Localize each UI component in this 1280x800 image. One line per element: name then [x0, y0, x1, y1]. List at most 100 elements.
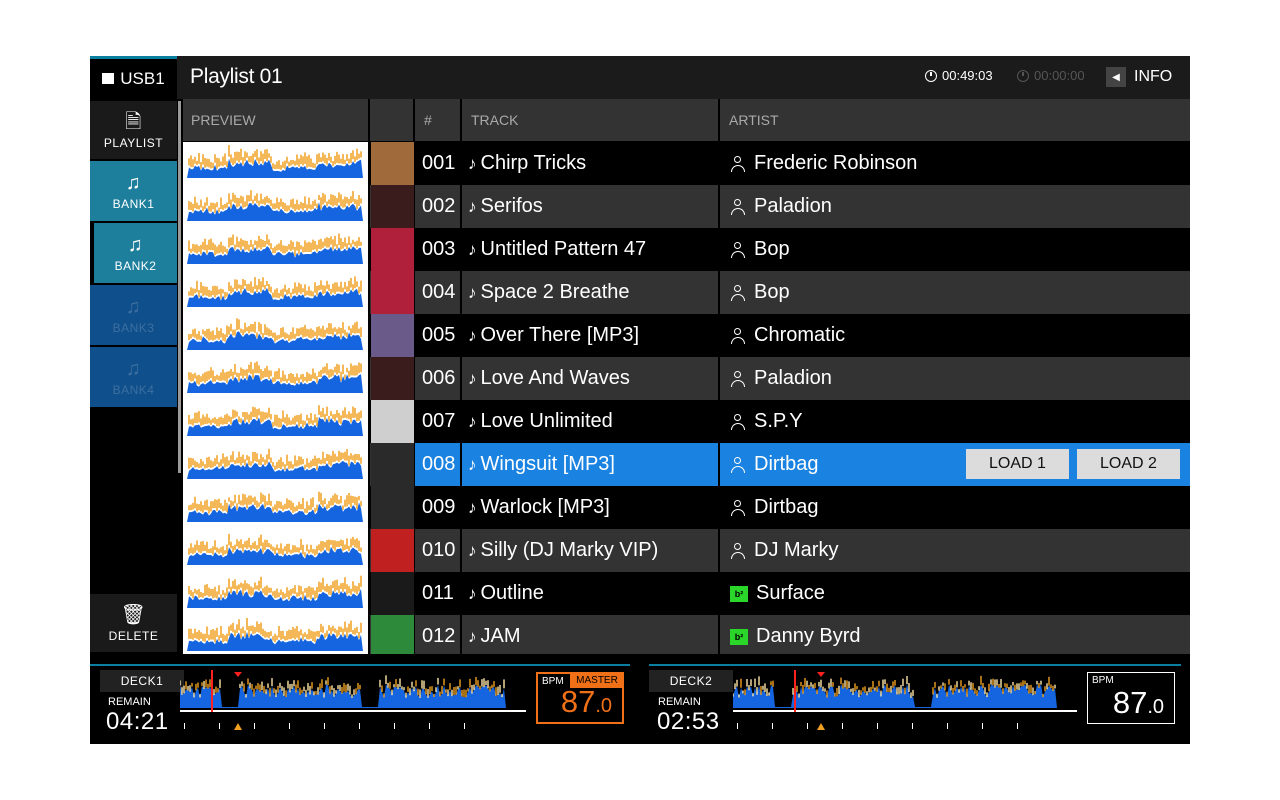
person-icon — [730, 456, 746, 473]
artist-cell: Bop — [720, 228, 1190, 271]
track-title-cell: ♪ Over There [MP3] — [462, 314, 720, 357]
music-note-icon: ♪ — [468, 455, 477, 474]
track-number: 012 — [415, 615, 462, 658]
person-icon — [730, 327, 746, 344]
waveform-graphic — [187, 491, 363, 522]
track-title-cell: ♪ Warlock [MP3] — [462, 486, 720, 529]
track-number: 003 — [415, 228, 462, 271]
list-scrollbar[interactable] — [178, 101, 181, 473]
artist-name: Bop — [754, 281, 790, 303]
sidebar-item-bank1[interactable]: ♫ BANK1 — [90, 161, 177, 221]
label-icon: b² — [730, 585, 748, 602]
deck-1-panel[interactable]: DECK1 REMAIN 04:21 BPM MASTER 87.0 — [90, 664, 630, 740]
preview-waveform[interactable] — [183, 486, 370, 529]
deck-2-waveform[interactable] — [733, 668, 1077, 734]
track-number: 011 — [415, 572, 462, 615]
secondary-timer: 00:00:00 — [1017, 68, 1085, 83]
track-title-cell: ♪ Untitled Pattern 47 — [462, 228, 720, 271]
triangle-left-icon: ◀ — [1106, 67, 1126, 87]
artist-name: Paladion — [754, 195, 832, 217]
stopwatch-icon — [925, 69, 937, 82]
sidebar-item-bank2[interactable]: ♫ BANK2 — [90, 223, 177, 283]
load-deck-2-button[interactable]: LOAD 2 — [1077, 449, 1180, 479]
track-row[interactable]: 002 ♪ Serifos Paladion — [183, 185, 1190, 228]
track-row[interactable]: 009 ♪ Warlock [MP3] Dirtbag — [183, 486, 1190, 529]
waveform-graphic — [187, 575, 363, 608]
deck-1-waveform[interactable] — [180, 668, 526, 734]
elapsed-timer: 00:49:03 — [925, 68, 993, 83]
column-number[interactable]: # — [415, 99, 462, 141]
track-number: 005 — [415, 314, 462, 357]
source-selector[interactable]: USB1 — [90, 56, 177, 99]
usb-icon — [102, 72, 115, 84]
artist-name: Chromatic — [754, 324, 846, 346]
music-folder-icon: ♫ — [125, 171, 142, 194]
track-row[interactable]: 001 ♪ Chirp Tricks Frederic Robinson — [183, 142, 1190, 185]
preview-waveform[interactable] — [183, 142, 370, 185]
track-row[interactable]: 012 ♪ JAM b² Danny Byrd — [183, 615, 1190, 658]
source-label: USB1 — [120, 69, 165, 88]
track-title: Love Unlimited — [480, 410, 613, 432]
sidebar-item-bank4[interactable]: ♫ BANK4 — [90, 347, 177, 407]
deck-bar: DECK1 REMAIN 04:21 BPM MASTER 87.0 DECK2… — [90, 654, 1190, 744]
artist-name: Dirtbag — [754, 453, 819, 475]
preview-waveform[interactable] — [183, 271, 370, 314]
album-artwork — [371, 314, 415, 357]
waveform-graphic — [187, 618, 363, 651]
track-number: 010 — [415, 529, 462, 572]
music-note-icon: ♪ — [468, 240, 477, 259]
track-row[interactable]: 004 ♪ Space 2 Breathe Bop — [183, 271, 1190, 314]
sidebar-item-bank3[interactable]: ♫ BANK3 — [90, 285, 177, 345]
track-title-cell: ♪ Serifos — [462, 185, 720, 228]
delete-button[interactable]: 🗑 DELETE — [90, 594, 177, 652]
preview-waveform[interactable] — [183, 357, 370, 400]
music-note-icon: ♪ — [468, 283, 477, 302]
preview-waveform[interactable] — [183, 443, 370, 486]
track-row[interactable]: 011 ♪ Outline b² Surface — [183, 572, 1190, 615]
album-artwork — [371, 228, 415, 271]
track-title: JAM — [480, 625, 521, 647]
preview-waveform[interactable] — [183, 572, 370, 615]
trash-icon: 🗑 — [120, 603, 147, 626]
album-artwork — [371, 400, 415, 443]
track-row[interactable]: 010 ♪ Silly (DJ Marky VIP) DJ Marky — [183, 529, 1190, 572]
music-note-icon: ♪ — [468, 154, 477, 173]
track-row[interactable]: 008 ♪ Wingsuit [MP3] Dirtbag LOAD 1 LOAD 2 — [183, 443, 1190, 486]
preview-waveform[interactable] — [183, 185, 370, 228]
track-row[interactable]: 003 ♪ Untitled Pattern 47 Bop — [183, 228, 1190, 271]
track-row[interactable]: 006 ♪ Love And Waves Paladion — [183, 357, 1190, 400]
album-artwork — [371, 572, 415, 615]
preview-waveform[interactable] — [183, 314, 370, 357]
waveform-mark — [234, 672, 242, 677]
info-label: INFO — [1134, 68, 1173, 85]
artist-cell: Bop — [720, 271, 1190, 314]
column-preview[interactable]: PREVIEW — [183, 99, 370, 141]
artist-cell: DJ Marky — [720, 529, 1190, 572]
album-artwork — [371, 486, 415, 529]
track-row[interactable]: 007 ♪ Love Unlimited S.P.Y — [183, 400, 1190, 443]
bpm-integer: 87 — [560, 684, 596, 719]
track-title-cell: ♪ Love Unlimited — [462, 400, 720, 443]
preview-waveform[interactable] — [183, 529, 370, 572]
artist-name: DJ Marky — [754, 539, 839, 561]
music-note-icon: ♪ — [468, 326, 477, 345]
track-title-cell: ♪ Space 2 Breathe — [462, 271, 720, 314]
info-button[interactable]: ◀ INFO — [1106, 67, 1172, 87]
waveform-graphic — [187, 361, 363, 393]
column-artist[interactable]: ARTIST — [720, 99, 1190, 141]
sidebar-item-playlist[interactable]: 🗎 PLAYLIST — [90, 101, 177, 159]
track-row[interactable]: 005 ♪ Over There [MP3] Chromatic — [183, 314, 1190, 357]
deck-2-panel[interactable]: DECK2 REMAIN 02:53 BPM 87.0 — [649, 664, 1181, 740]
track-number: 004 — [415, 271, 462, 314]
sidebar-label: BANK4 — [112, 382, 155, 397]
preview-waveform[interactable] — [183, 228, 370, 271]
load-deck-1-button[interactable]: LOAD 1 — [966, 449, 1069, 479]
bpm-integer: 87 — [1112, 685, 1148, 720]
preview-waveform[interactable] — [183, 400, 370, 443]
preview-waveform[interactable] — [183, 615, 370, 658]
column-track[interactable]: TRACK — [462, 99, 720, 141]
track-number: 002 — [415, 185, 462, 228]
waveform-mark — [817, 672, 825, 677]
track-title-cell: ♪ Chirp Tricks — [462, 142, 720, 185]
track-number: 009 — [415, 486, 462, 529]
